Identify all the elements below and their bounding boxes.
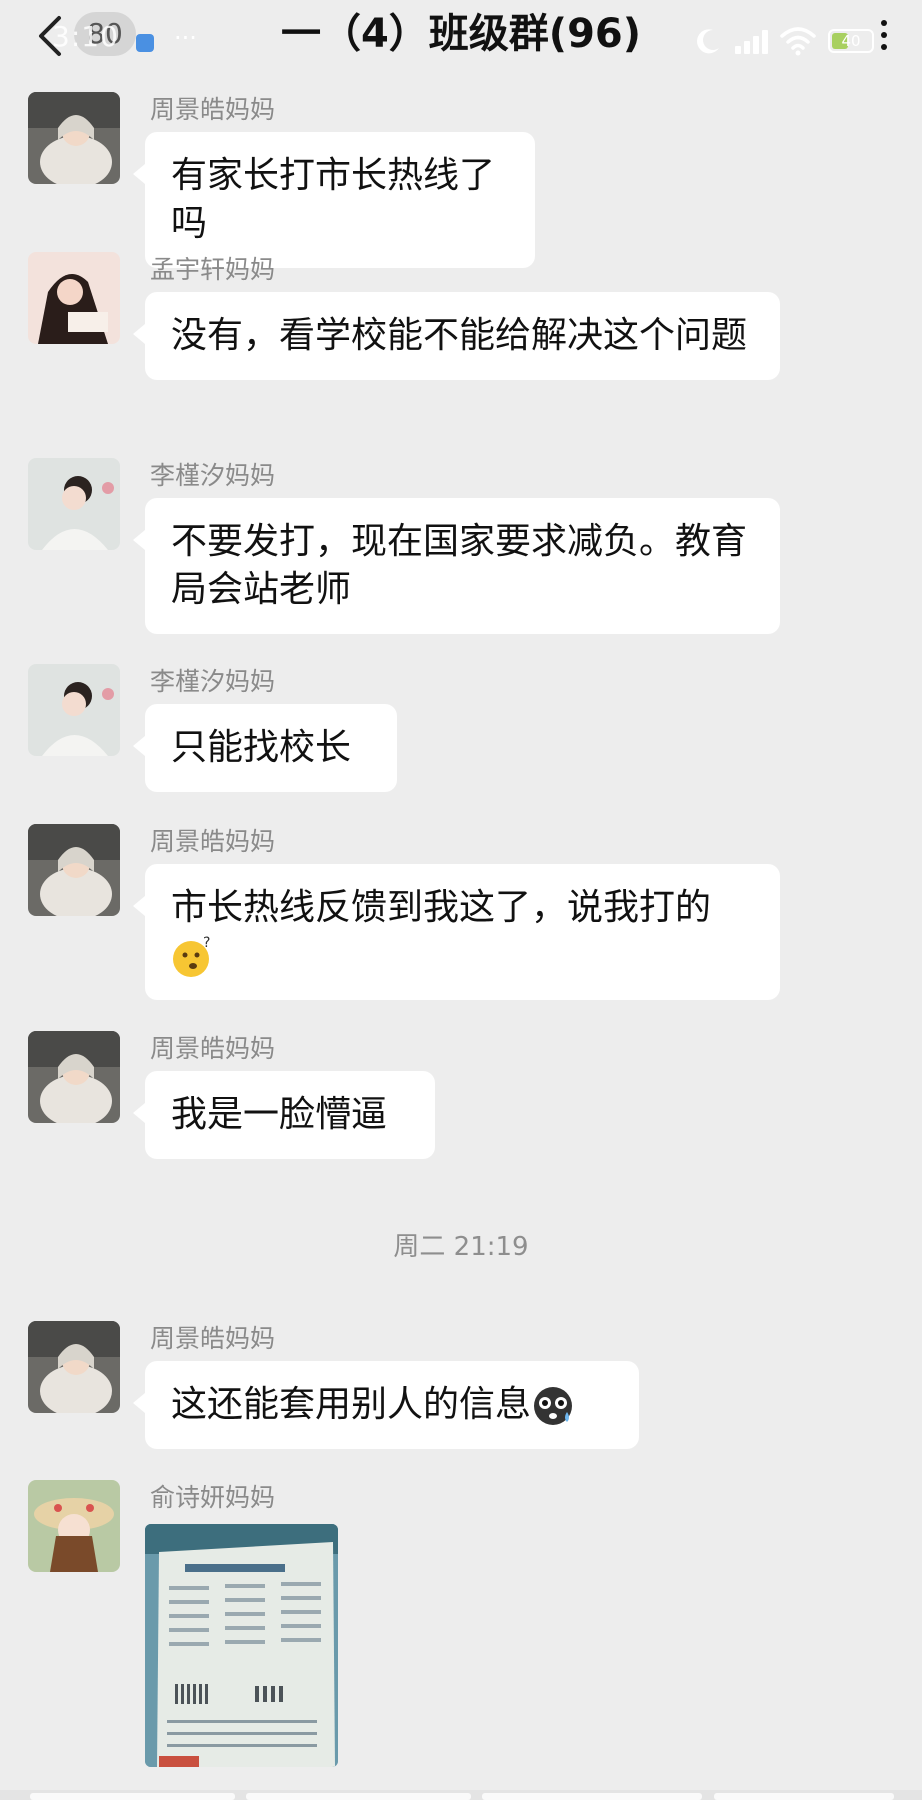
message-bubble[interactable]: 只能找校长 [133, 704, 397, 792]
input-bar-edge [0, 1790, 922, 1800]
image-message[interactable] [145, 1524, 338, 1767]
message-text: 有家长打市长热线了吗 [171, 155, 496, 244]
message-text: 我是一脸懵逼 [171, 1094, 388, 1135]
wifi-icon [780, 27, 816, 56]
sender-name: 周景皓妈妈 [150, 1324, 276, 1353]
time-divider: 周二 21:19 [393, 1232, 529, 1262]
message-text: 市长热线反馈到我这了，说我打的 [171, 887, 712, 928]
avatar-li[interactable] [28, 458, 120, 550]
avatar-zhou[interactable] [28, 824, 120, 916]
message-bubble[interactable]: 有家长打市长热线了吗 [133, 132, 535, 268]
avatar-zhou[interactable] [28, 1031, 120, 1123]
message-bubble[interactable]: 不要发打，现在国家要求减负。教育局会站老师 [133, 498, 780, 634]
signal-icon [735, 28, 768, 54]
sender-name: 周景皓妈妈 [150, 1034, 276, 1063]
more-icon[interactable] [876, 20, 892, 50]
moon-icon [697, 29, 719, 54]
battery-level: 40 [841, 32, 861, 50]
sender-name: 李槿汐妈妈 [150, 667, 276, 696]
message-text: 不要发打，现在国家要求减负。教育局会站老师 [171, 521, 748, 610]
svg-text:?: ? [203, 935, 210, 951]
confused-face-emoji: ? [173, 935, 210, 977]
top-bar: 80 3:10 ··· 一（4）班级群(96) 40 [0, 0, 922, 72]
message-bubble[interactable]: 我是一脸懵逼 [133, 1071, 435, 1159]
avatar-yu[interactable] [28, 1480, 120, 1572]
battery-icon: 40 [828, 29, 874, 53]
avatar-li[interactable] [28, 664, 120, 756]
sender-name: 俞诗妍妈妈 [150, 1483, 276, 1512]
message-text: 只能找校长 [171, 727, 352, 768]
message-text: 这还能套用别人的信息 [171, 1384, 532, 1425]
shocked-face-emoji [534, 1387, 573, 1425]
avatar-zhou[interactable] [28, 1321, 120, 1413]
sender-name: 周景皓妈妈 [150, 95, 276, 124]
message-bubble[interactable]: 这还能套用别人的信息 [133, 1361, 639, 1449]
message-bubble[interactable]: 市长热线反馈到我这了，说我打的? [133, 864, 780, 1000]
message-bubble[interactable]: 没有，看学校能不能给解决这个问题 [133, 292, 780, 380]
avatar-meng[interactable] [28, 252, 120, 344]
sender-name: 孟宇轩妈妈 [150, 255, 276, 284]
sender-name: 李槿汐妈妈 [150, 461, 276, 490]
sender-name: 周景皓妈妈 [150, 827, 276, 856]
message-text: 没有，看学校能不能给解决这个问题 [171, 315, 748, 356]
avatar-zhou[interactable] [28, 92, 120, 184]
